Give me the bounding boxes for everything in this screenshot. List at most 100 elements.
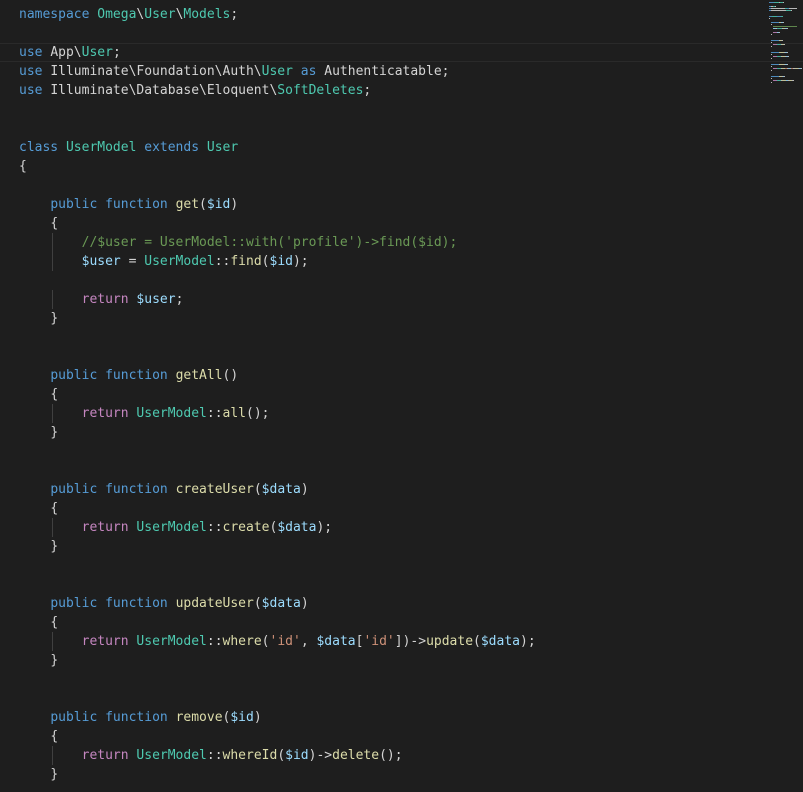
minimap-mark [771, 10, 786, 11]
code-token: ( [261, 254, 270, 269]
code-line[interactable]: public function updateUser($data) [19, 594, 536, 613]
code-line[interactable] [19, 575, 536, 594]
code-line[interactable]: { [19, 214, 536, 233]
code-line[interactable]: } [19, 309, 536, 328]
minimap-mark [771, 46, 772, 47]
code-line[interactable] [19, 328, 536, 347]
code-line[interactable] [19, 442, 536, 461]
code-line[interactable]: return UserModel::all(); [19, 404, 536, 423]
code-token: ); [316, 520, 333, 535]
code-line[interactable]: { [19, 613, 536, 632]
code-token: ( [253, 596, 262, 611]
code-line[interactable] [19, 347, 536, 366]
code-token: UserModel [65, 140, 137, 155]
code-line[interactable]: } [19, 423, 536, 442]
code-line[interactable]: } [19, 651, 536, 670]
code-line[interactable] [19, 24, 536, 43]
code-token: :: [214, 254, 231, 269]
code-line[interactable] [19, 461, 536, 480]
code-token: } [50, 311, 59, 326]
code-line[interactable]: namespace Omega\User\Models; [19, 5, 536, 24]
code-line[interactable]: class UserModel extends User [19, 138, 536, 157]
code-token: 'id' [363, 634, 395, 649]
minimap-mark [771, 82, 772, 83]
code-line[interactable]: { [19, 499, 536, 518]
code-token: use [19, 64, 51, 79]
minimap[interactable] [769, 0, 803, 83]
code-line[interactable]: return UserModel::where('id', $data['id'… [19, 632, 536, 651]
code-token: ) [300, 482, 309, 497]
code-token: ) [230, 197, 239, 212]
code-line[interactable]: //$user = UserModel::with('profile')->fi… [19, 233, 536, 252]
code-line[interactable]: return $user; [19, 290, 536, 309]
code-line[interactable] [19, 689, 536, 708]
minimap-mark [783, 44, 785, 45]
code-token: ; [363, 83, 372, 98]
code-token: { [50, 387, 59, 402]
code-token: ( [261, 634, 270, 649]
code-editor[interactable]: namespace Omega\User\Models; use App\User… [0, 0, 803, 792]
code-line[interactable]: use App\User; [0, 43, 803, 62]
code-line[interactable]: $user = UserModel::find($id); [19, 252, 536, 271]
minimap-mark [787, 64, 788, 65]
code-line[interactable]: public function remove($id) [19, 708, 536, 727]
code-line[interactable]: } [19, 765, 536, 784]
code-token: User [261, 64, 293, 79]
code-token: ); [292, 254, 309, 269]
minimap-mark [791, 10, 792, 11]
minimap-mark [788, 56, 789, 57]
code-line[interactable]: { [19, 157, 536, 176]
code-line[interactable]: { [19, 385, 536, 404]
code-line[interactable] [19, 100, 536, 119]
code-token: UserModel [136, 406, 207, 421]
minimap-mark [775, 6, 776, 7]
code-line[interactable] [19, 271, 536, 290]
minimap-mark [771, 42, 772, 43]
code-token: $user [136, 292, 176, 307]
minimap-mark [771, 66, 772, 67]
code-token: ( [277, 748, 286, 763]
code-token: $id [230, 710, 254, 725]
minimap-mark [779, 32, 780, 33]
code-line[interactable]: } [19, 537, 536, 556]
minimap-mark [782, 22, 784, 23]
code-line[interactable] [19, 670, 536, 689]
code-line[interactable]: use Illuminate\Foundation\Auth\User as A… [19, 62, 536, 81]
code-line[interactable]: return UserModel::whereId($id)->delete()… [19, 746, 536, 765]
code-token: :: [206, 520, 223, 535]
code-token: ) [253, 710, 262, 725]
minimap-mark [771, 70, 772, 71]
code-line[interactable]: public function getAll() [19, 366, 536, 385]
code-line[interactable]: return UserModel::create($data); [19, 518, 536, 537]
code-token: Omega [97, 7, 137, 22]
code-token: Illuminate\Foundation\Auth\ [50, 64, 262, 79]
code-line[interactable]: use Illuminate\Database\Eloquent\SoftDel… [19, 81, 536, 100]
code-token: function [105, 710, 176, 725]
code-line[interactable]: public function get($id) [19, 195, 536, 214]
code-token: 'id' [269, 634, 301, 649]
code-token: User [144, 7, 176, 22]
code-token: public [50, 710, 106, 725]
code-token: \ [73, 45, 82, 60]
minimap-mark [782, 2, 784, 3]
code-line[interactable]: { [19, 727, 536, 746]
indent-guide [52, 632, 54, 651]
code-token: { [50, 615, 59, 630]
minimap-mark [771, 78, 772, 79]
code-token: function [105, 482, 176, 497]
code-token: UserModel [144, 254, 215, 269]
code-line[interactable] [19, 176, 536, 195]
code-area[interactable]: namespace Omega\User\Models; use App\User… [0, 5, 803, 784]
code-line[interactable] [19, 119, 536, 138]
code-line[interactable]: public function createUser($data) [19, 480, 536, 499]
minimap-mark [771, 24, 772, 25]
code-token: UserModel [136, 634, 207, 649]
code-line[interactable] [19, 556, 536, 575]
